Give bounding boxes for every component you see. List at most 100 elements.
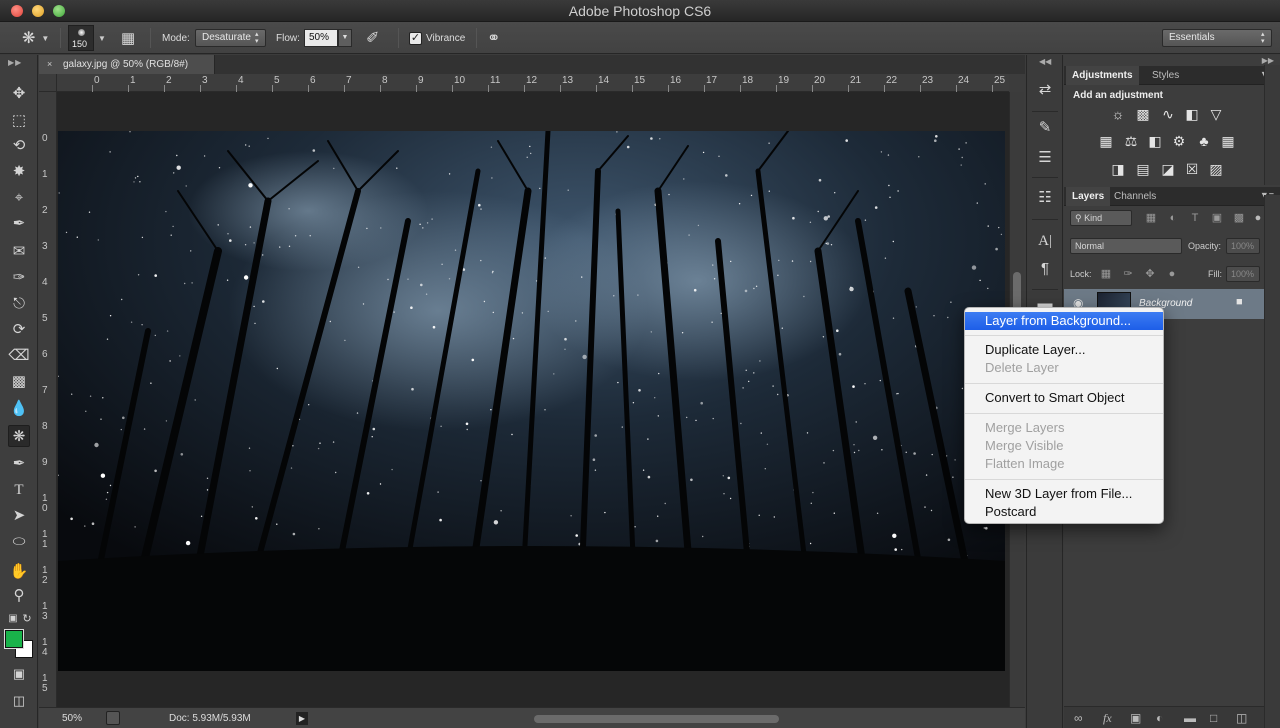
brush-icon[interactable]: ✑ xyxy=(8,267,30,289)
image-canvas[interactable] xyxy=(58,131,1005,671)
layer-filter-select[interactable]: ⚲ Kind xyxy=(1070,210,1132,226)
status-menu-button[interactable]: ▶ xyxy=(296,712,308,725)
lock-position-icon[interactable]: ✥ xyxy=(1141,266,1159,282)
color-lookup-icon[interactable]: ▦ xyxy=(1219,133,1237,149)
tab-layers[interactable]: Layers xyxy=(1066,187,1111,206)
layer-mask-icon[interactable]: ▣ xyxy=(1130,711,1141,725)
filter-pixel-icon[interactable]: ▦ xyxy=(1142,210,1160,226)
gradient-map-icon[interactable]: ▨ xyxy=(1207,161,1225,177)
filter-shape-icon[interactable]: ▣ xyxy=(1208,210,1226,226)
quick-select-icon[interactable]: ✸ xyxy=(8,161,30,183)
lasso-icon[interactable]: ⟲ xyxy=(8,135,30,157)
channel-mixer-icon[interactable]: ♣ xyxy=(1195,133,1213,149)
flow-slider-toggle[interactable]: ▼ xyxy=(338,29,352,47)
layer-style-icon[interactable]: fx xyxy=(1103,711,1112,726)
zoom-icon[interactable]: ⚲ xyxy=(8,585,30,607)
exposure-icon[interactable]: ◧ xyxy=(1183,106,1201,122)
crop-icon[interactable]: ⌖ xyxy=(8,187,30,209)
close-tab-icon[interactable]: × xyxy=(47,55,52,74)
adjustments-scrollbar[interactable] xyxy=(1264,65,1280,185)
eraser-icon[interactable]: ⌫ xyxy=(8,345,30,367)
swap-colors-icon[interactable]: ↻ xyxy=(16,608,38,630)
quick-mask-icon[interactable]: ▣ xyxy=(8,663,30,685)
posterize-icon[interactable]: ▤ xyxy=(1134,161,1152,177)
eyedropper-icon[interactable]: ✒ xyxy=(8,213,30,235)
screen-mode-icon[interactable]: ◫ xyxy=(8,690,30,712)
link-layers-icon[interactable]: ∞ xyxy=(1074,711,1083,725)
healing-icon[interactable]: ✉ xyxy=(8,241,30,263)
mode-select[interactable]: Desaturate xyxy=(195,29,266,47)
color-balance-icon[interactable]: ⚖ xyxy=(1122,133,1140,149)
menu-item-layer-from-background[interactable]: Layer from Background... xyxy=(965,312,1163,330)
collapse-dock-icon[interactable]: ◀◀ xyxy=(1039,57,1051,66)
brush-preset-picker[interactable]: 150 ▼ xyxy=(68,22,106,54)
menu-item-postcard[interactable]: Postcard xyxy=(965,503,1163,521)
blend-mode-select[interactable]: Normal xyxy=(1070,238,1182,254)
hue-saturation-icon[interactable]: ▦ xyxy=(1097,133,1115,149)
foreground-color-swatch[interactable] xyxy=(4,629,24,649)
panel-grip[interactable]: ▶▶ xyxy=(8,58,22,67)
lock-icon[interactable]: ■ xyxy=(1236,296,1243,308)
tab-adjustments[interactable]: Adjustments xyxy=(1066,66,1139,85)
new-group-icon[interactable]: ▬ xyxy=(1184,711,1196,725)
horizontal-scroll-thumb[interactable] xyxy=(534,715,779,723)
airbrush-toggle[interactable]: ✐ xyxy=(366,22,379,54)
trash-icon[interactable]: ◫ xyxy=(1236,711,1247,725)
history-brush-icon[interactable]: ⟳ xyxy=(8,319,30,341)
menu-item-duplicate-layer[interactable]: Duplicate Layer... xyxy=(965,341,1163,359)
invert-icon[interactable]: ◨ xyxy=(1109,161,1127,177)
gradient-icon[interactable]: ▩ xyxy=(8,371,30,393)
stamp-icon[interactable]: ⎋ xyxy=(8,293,30,315)
document-tab[interactable]: × galaxy.jpg @ 50% (RGB/8#) xyxy=(39,55,215,74)
workspace-select[interactable]: Essentials xyxy=(1162,29,1272,47)
layers-scrollbar[interactable] xyxy=(1264,195,1280,728)
path-select-icon[interactable]: ➤ xyxy=(8,505,30,527)
new-adjustment-icon[interactable]: ◐ xyxy=(1156,711,1163,725)
status-preview-icon[interactable] xyxy=(106,711,120,725)
menu-item-new-3d-layer[interactable]: New 3D Layer from File... xyxy=(965,485,1163,503)
opacity-input[interactable]: 100% xyxy=(1226,238,1260,254)
vertical-ruler[interactable]: 0 1 2 3 4 5 6 7 8 9 10 11 12 13 14 15 xyxy=(39,92,57,707)
threshold-icon[interactable]: ◪ xyxy=(1159,161,1177,177)
pen-icon[interactable]: ✒ xyxy=(8,453,30,475)
blur-icon[interactable]: 💧 xyxy=(8,398,30,420)
collapse-panels-icon[interactable]: ▶▶ xyxy=(1262,56,1274,65)
filter-smart-object-icon[interactable]: ▩ xyxy=(1230,210,1248,226)
flow-input[interactable]: 50% xyxy=(304,29,338,47)
pressure-toggle[interactable]: ⚭ xyxy=(487,22,500,54)
vibrance-checkbox[interactable]: ✓ xyxy=(409,31,422,45)
lock-all-icon[interactable]: ● xyxy=(1163,266,1181,282)
fill-input[interactable]: 100% xyxy=(1226,266,1260,282)
sponge-icon[interactable]: ❋ xyxy=(8,425,30,447)
move-icon[interactable]: ✥ xyxy=(8,83,30,105)
new-layer-icon[interactable]: □ xyxy=(1210,711,1217,725)
brush-presets-panel-icon[interactable]: ✎ xyxy=(1034,117,1056,139)
vibrance-toggle[interactable]: ✓ Vibrance xyxy=(409,22,465,54)
marquee-icon[interactable]: ⬚ xyxy=(8,110,30,132)
hand-icon[interactable]: ✋ xyxy=(8,561,30,583)
selective-color-icon[interactable]: ☒ xyxy=(1183,161,1201,177)
zoom-level[interactable]: 50% xyxy=(62,713,82,724)
filter-type-icon[interactable]: T xyxy=(1186,210,1204,226)
character-panel-icon[interactable]: A| xyxy=(1034,230,1056,252)
ruler-origin[interactable] xyxy=(39,74,57,92)
black-white-icon[interactable]: ◧ xyxy=(1146,133,1164,149)
photo-filter-icon[interactable]: ⚙ xyxy=(1170,133,1188,149)
filter-adjustment-icon[interactable]: ◐ xyxy=(1164,210,1182,226)
type-icon[interactable]: T xyxy=(8,479,30,501)
horizontal-ruler[interactable]: 0 1 2 3 4 5 6 7 8 9 10 11 12 13 14 15 16 17 18 19 20 21 22 23 24… xyxy=(57,74,1009,92)
brightness-icon[interactable]: ☼ xyxy=(1109,106,1127,122)
lock-transparency-icon[interactable]: ▦ xyxy=(1097,266,1115,282)
tab-styles[interactable]: Styles xyxy=(1146,66,1185,85)
tool-preset-picker[interactable]: ❋ ▼ xyxy=(22,22,49,54)
ellipse-icon[interactable]: ⬭ xyxy=(8,531,30,553)
history-panel-icon[interactable]: ⇄ xyxy=(1034,79,1056,101)
brush-panel-icon[interactable]: ☰ xyxy=(1034,147,1056,169)
curves-icon[interactable]: ∿ xyxy=(1159,106,1177,122)
lock-pixels-icon[interactable]: ✑ xyxy=(1119,266,1137,282)
menu-item-convert-to-smart-object[interactable]: Convert to Smart Object xyxy=(965,389,1163,407)
brush-panel-toggle[interactable]: ▦ xyxy=(121,22,135,54)
clone-source-panel-icon[interactable]: ☷ xyxy=(1034,187,1056,209)
paragraph-panel-icon[interactable]: ¶ xyxy=(1034,258,1056,280)
tab-channels[interactable]: Channels xyxy=(1108,187,1162,206)
